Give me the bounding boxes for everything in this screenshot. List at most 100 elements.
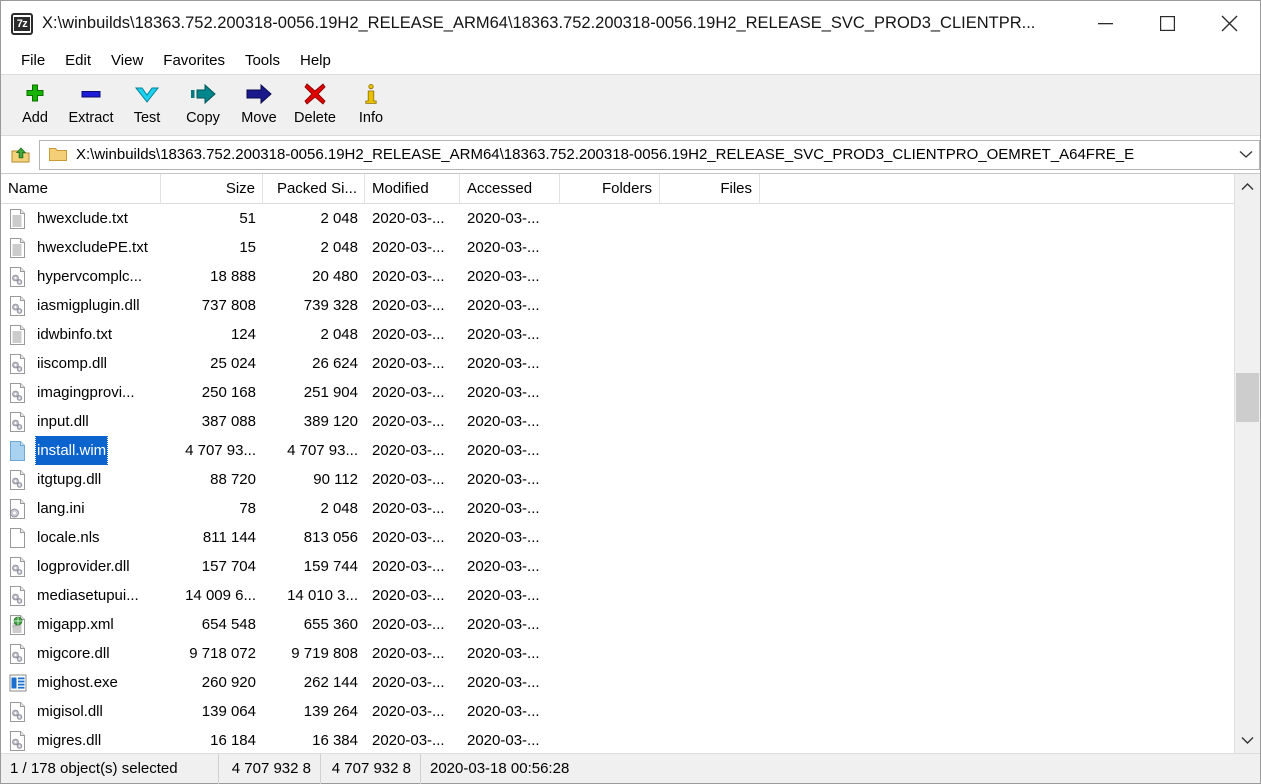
modified-cell: 2020-03-... [372,442,445,459]
file-name-cell[interactable]: mediasetupui... [1,581,161,610]
menu-item-help[interactable]: Help [290,50,341,71]
copy-button[interactable]: Copy [175,79,231,135]
table-row[interactable]: idwbinfo.txt 124 2 048 2020-03-... 2020-03-.… [1,320,1234,349]
file-name-cell[interactable]: idwbinfo.txt [1,320,161,349]
modified-cell: 2020-03-... [372,239,445,256]
files-cell [660,494,760,523]
table-row[interactable]: iasmigplugin.dll 737 808 739 328 2020-03-..… [1,291,1234,320]
table-row[interactable]: iiscomp.dll 25 024 26 624 2020-03-... 2020-0… [1,349,1234,378]
table-row[interactable]: input.dll 387 088 389 120 2020-03-... 2020-0… [1,407,1234,436]
table-row[interactable]: migcore.dll 9 718 072 9 719 808 2020-03-...… [1,639,1234,668]
column-header-packed-si[interactable]: Packed Si... [263,174,365,204]
file-name-cell[interactable]: iasmigplugin.dll [1,291,161,320]
file-name-label: mediasetupui... [37,587,139,604]
add-button[interactable]: Add [7,79,63,135]
modified-cell: 2020-03-... [372,326,445,343]
column-header-files[interactable]: Files [660,174,760,204]
file-name-cell[interactable]: hwexcludePE.txt [1,233,161,262]
table-row[interactable]: install.wim 4 707 93... 4 707 93... 2020-03… [1,436,1234,465]
file-name-cell[interactable]: imagingprovi... [1,378,161,407]
file-name-cell[interactable]: locale.nls [1,523,161,552]
files-cell [660,204,760,233]
table-row[interactable]: logprovider.dll 157 704 159 744 2020-03-...… [1,552,1234,581]
files-cell [660,552,760,581]
file-name-cell[interactable]: migres.dll [1,726,161,753]
folders-cell [560,639,660,668]
scroll-down-button[interactable] [1235,727,1260,753]
table-row[interactable]: hypervcomplc... 18 888 20 480 2020-03-... 20… [1,262,1234,291]
file-name-cell[interactable]: mighost.exe [1,668,161,697]
column-header-size[interactable]: Size [161,174,263,204]
file-size-cell: 25 024 [210,355,256,372]
menu-item-view[interactable]: View [101,50,153,71]
close-button[interactable] [1198,1,1260,46]
chevron-down-icon[interactable] [1233,141,1259,169]
table-row[interactable]: mighost.exe 260 920 262 144 2020-03-... 2020… [1,668,1234,697]
folders-cell [560,320,660,349]
accessed-cell: 2020-03-... [467,703,540,720]
file-name-cell[interactable]: logprovider.dll [1,552,161,581]
column-header-name[interactable]: Name [1,174,161,204]
move-button[interactable]: Move [231,79,287,135]
scrollbar-track[interactable] [1235,200,1260,727]
file-size-cell: 4 707 93... [185,442,256,459]
file-name-cell[interactable]: install.wim [1,436,161,465]
file-name-cell[interactable]: hwexclude.txt [1,204,161,233]
modified-cell: 2020-03-... [372,500,445,517]
scrollbar-thumb[interactable] [1236,373,1259,422]
menu-item-file[interactable]: File [11,50,55,71]
modified-cell: 2020-03-... [372,674,445,691]
table-row[interactable]: migisol.dll 139 064 139 264 2020-03-... 2020… [1,697,1234,726]
modified-cell: 2020-03-... [372,384,445,401]
files-cell [660,523,760,552]
file-name-cell[interactable]: input.dll [1,407,161,436]
text-file-icon [10,324,25,345]
column-header-accessed[interactable]: Accessed [460,174,560,204]
table-row[interactable]: hwexcludePE.txt 15 2 048 2020-03-... 2020-03… [1,233,1234,262]
packed-size-cell: 813 056 [303,529,358,546]
table-row[interactable]: hwexclude.txt 51 2 048 2020-03-... 2020-03-.… [1,204,1234,233]
file-name-cell[interactable]: migcore.dll [1,639,161,668]
accessed-cell: 2020-03-... [467,587,540,604]
file-name-cell[interactable]: itgtupg.dll [1,465,161,494]
ini-file-icon [10,498,25,519]
plus-icon [19,79,51,109]
packed-size-cell: 2 048 [320,239,358,256]
table-row[interactable]: imagingprovi... 250 168 251 904 2020-03-...… [1,378,1234,407]
info-button[interactable]: Info [343,79,399,135]
file-name-cell[interactable]: migisol.dll [1,697,161,726]
table-row[interactable]: lang.ini 78 2 048 2020-03-... 2020-03-... [1,494,1234,523]
column-header-folders[interactable]: Folders [560,174,660,204]
address-field[interactable]: X:\winbuilds\18363.752.200318-0056.19H2_… [39,139,1260,170]
table-row[interactable]: locale.nls 811 144 813 056 2020-03-... 2020-… [1,523,1234,552]
maximize-button[interactable] [1136,1,1198,46]
file-name-cell[interactable]: iiscomp.dll [1,349,161,378]
delete-button[interactable]: Delete [287,79,343,135]
chevron-down-icon [131,79,163,109]
delete-button-label: Delete [294,110,336,126]
file-size-cell: 139 064 [201,703,256,720]
file-name-cell[interactable]: hypervcomplc... [1,262,161,291]
scroll-up-button[interactable] [1235,174,1260,200]
file-name-label: install.wim [35,436,109,465]
menu-item-tools[interactable]: Tools [235,50,290,71]
table-row[interactable]: mediasetupui... 14 009 6... 14 010 3... 202… [1,581,1234,610]
folder-icon [49,148,67,161]
minimize-button[interactable] [1074,1,1136,46]
file-name-cell[interactable]: lang.ini [1,494,161,523]
copy-arrow-icon [187,79,219,109]
table-row[interactable]: migres.dll 16 184 16 384 2020-03-... 2020-03… [1,726,1234,753]
table-row[interactable]: migapp.xml 654 548 655 360 2020-03-... 2020-… [1,610,1234,639]
file-name-cell[interactable]: migapp.xml [1,610,161,639]
table-row[interactable]: itgtupg.dll 88 720 90 112 2020-03-... 2020-0… [1,465,1234,494]
menu-item-edit[interactable]: Edit [55,50,101,71]
menu-item-favorites[interactable]: Favorites [153,50,235,71]
extract-button[interactable]: Extract [63,79,119,135]
accessed-cell: 2020-03-... [467,413,540,430]
vertical-scrollbar[interactable] [1234,174,1260,753]
file-name-label: hwexcludePE.txt [37,239,148,256]
test-button[interactable]: Test [119,79,175,135]
up-folder-icon[interactable] [7,140,35,170]
modified-cell: 2020-03-... [372,732,445,749]
column-header-modified[interactable]: Modified [365,174,460,204]
